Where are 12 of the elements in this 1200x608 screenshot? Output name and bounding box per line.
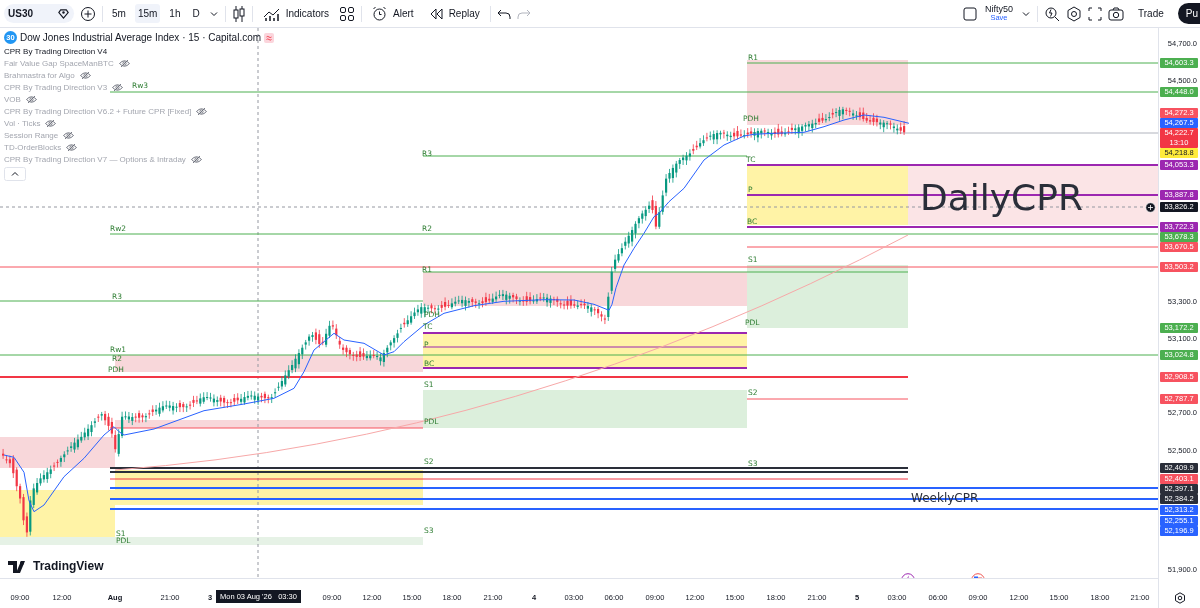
chart-title: Dow Jones Industrial Average Index · 15 · Capital.com xyxy=(20,32,262,43)
replay-button[interactable]: Replay xyxy=(423,3,484,24)
timeframe-button[interactable]: 5m xyxy=(109,4,129,23)
timeframe-button[interactable]: 15m xyxy=(134,4,161,23)
indicator-name[interactable]: CPR By Trading Direction V4 xyxy=(4,47,108,56)
timeframe-button[interactable]: 1h xyxy=(166,4,184,23)
timeframe-button[interactable]: D xyxy=(189,4,203,23)
indicators-button[interactable]: Indicators xyxy=(258,2,334,25)
publish-button[interactable]: Pu xyxy=(1177,3,1200,24)
trade-button[interactable]: Trade xyxy=(1130,4,1172,23)
symbol-search[interactable]: US30 xyxy=(4,4,74,23)
alert-button[interactable]: Alert xyxy=(368,2,418,25)
